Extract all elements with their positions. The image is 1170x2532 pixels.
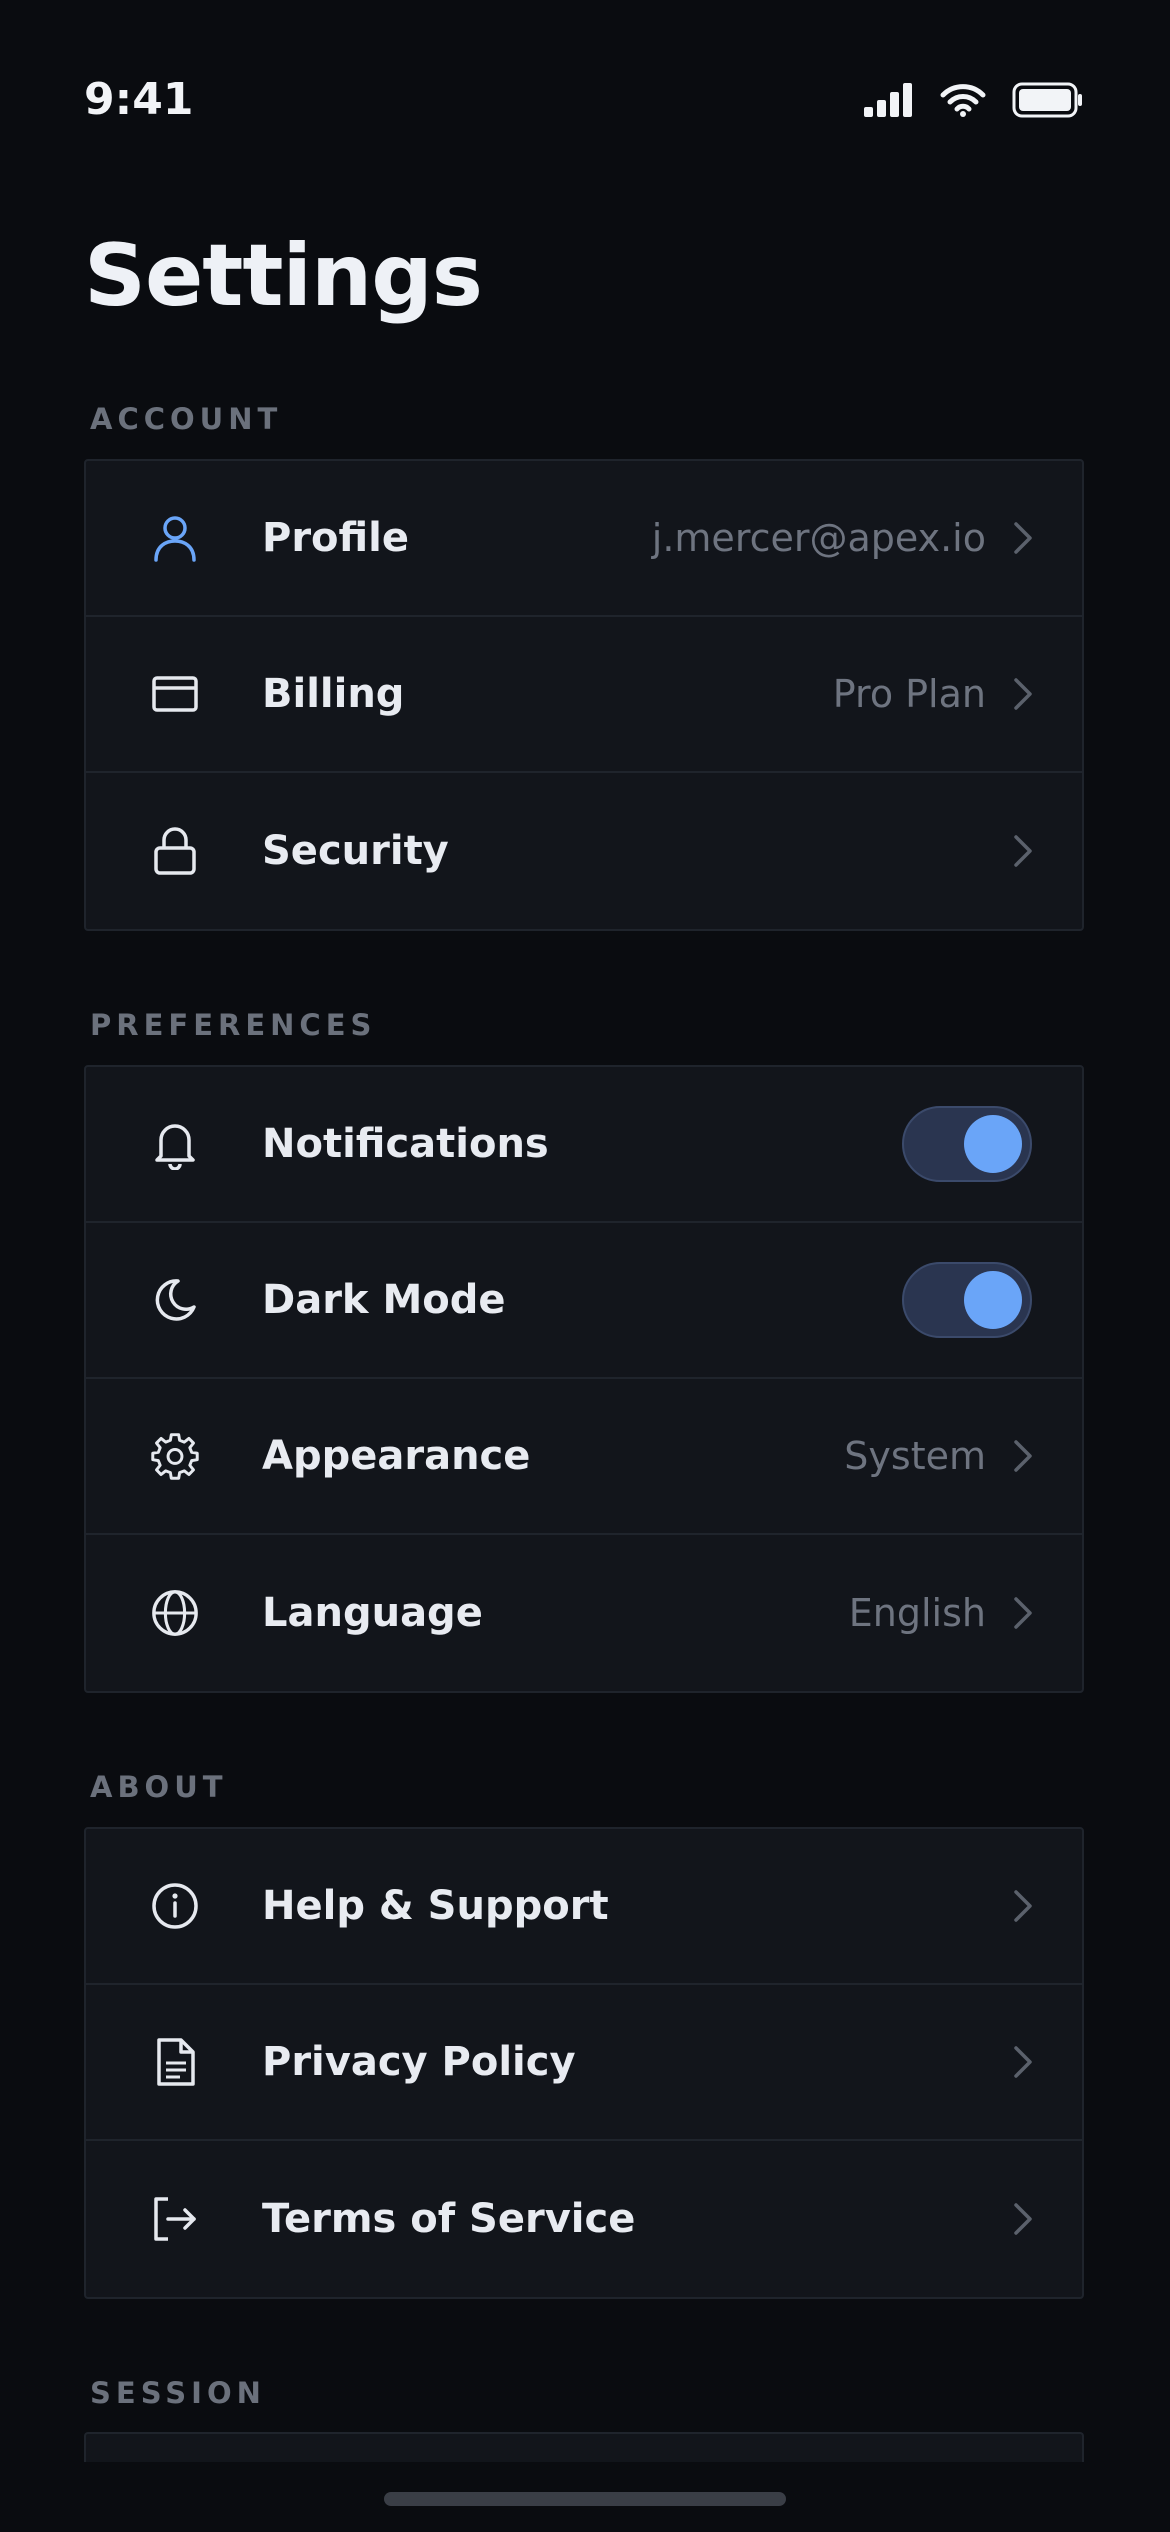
lock-icon bbox=[150, 826, 200, 876]
row-label-security: Security bbox=[262, 828, 449, 874]
row-label-privacy: Privacy Policy bbox=[262, 2039, 576, 2085]
settings-row-security[interactable]: Security bbox=[86, 773, 1082, 929]
chevron-right-icon bbox=[1014, 1440, 1032, 1472]
toggle-knob bbox=[964, 1115, 1022, 1173]
preferences-group: Notifications Dark Mode Appearance Syste… bbox=[84, 1065, 1084, 1693]
row-label-notifications: Notifications bbox=[262, 1121, 549, 1167]
settings-row-language[interactable]: Language English bbox=[86, 1535, 1082, 1691]
settings-row-appearance[interactable]: Appearance System bbox=[86, 1379, 1082, 1535]
page-title: Settings bbox=[84, 226, 483, 326]
credit-card-icon bbox=[150, 669, 200, 719]
globe-icon bbox=[150, 1588, 200, 1638]
chevron-right-icon bbox=[1014, 1597, 1032, 1629]
settings-row-billing[interactable]: Billing Pro Plan bbox=[86, 617, 1082, 773]
notifications-toggle[interactable] bbox=[902, 1106, 1032, 1182]
row-value-language: English bbox=[848, 1591, 986, 1635]
toggle-knob bbox=[964, 1271, 1022, 1329]
settings-row-dark-mode[interactable]: Dark Mode bbox=[86, 1223, 1082, 1379]
info-icon bbox=[150, 1881, 200, 1931]
row-label-billing: Billing bbox=[262, 671, 405, 717]
chevron-right-icon bbox=[1014, 522, 1032, 554]
settings-row-terms[interactable]: Terms of Service bbox=[86, 2141, 1082, 2297]
chevron-right-icon bbox=[1014, 2046, 1032, 2078]
chevron-right-icon bbox=[1014, 2203, 1032, 2235]
settings-row-help[interactable]: Help & Support bbox=[86, 1829, 1082, 1985]
row-value-profile: j.mercer@apex.io bbox=[651, 516, 986, 560]
bell-icon bbox=[150, 1119, 200, 1170]
user-icon bbox=[150, 513, 200, 563]
wifi-icon bbox=[940, 84, 986, 117]
signal-icon bbox=[864, 83, 912, 117]
document-icon bbox=[150, 2037, 200, 2087]
row-label-profile: Profile bbox=[262, 515, 410, 561]
chevron-right-icon bbox=[1014, 835, 1032, 867]
row-value-billing: Pro Plan bbox=[832, 672, 986, 716]
section-label-session: SESSION bbox=[90, 2376, 266, 2410]
status-time: 9:41 bbox=[84, 74, 194, 125]
status-icons bbox=[864, 82, 1084, 118]
session-group bbox=[84, 2432, 1084, 2462]
battery-icon bbox=[1012, 82, 1082, 118]
moon-icon bbox=[150, 1275, 200, 1325]
account-group: Profile j.mercer@apex.io Billing Pro Pla… bbox=[84, 459, 1084, 931]
home-indicator[interactable] bbox=[384, 2492, 786, 2506]
settings-row-privacy[interactable]: Privacy Policy bbox=[86, 1985, 1082, 2141]
row-value-appearance: System bbox=[844, 1434, 986, 1478]
settings-row-profile[interactable]: Profile j.mercer@apex.io bbox=[86, 461, 1082, 617]
settings-row-notifications[interactable]: Notifications bbox=[86, 1067, 1082, 1223]
row-label-appearance: Appearance bbox=[262, 1433, 531, 1479]
dark-mode-toggle[interactable] bbox=[902, 1262, 1032, 1338]
section-label-preferences: PREFERENCES bbox=[90, 1008, 377, 1042]
row-label-terms: Terms of Service bbox=[262, 2196, 636, 2242]
about-group: Help & Support Privacy Policy Terms of S… bbox=[84, 1827, 1084, 2299]
row-label-dark-mode: Dark Mode bbox=[262, 1277, 506, 1323]
row-label-help: Help & Support bbox=[262, 1883, 609, 1929]
status-bar: 9:41 bbox=[0, 0, 1170, 200]
chevron-right-icon bbox=[1014, 1890, 1032, 1922]
section-label-about: ABOUT bbox=[90, 1770, 228, 1804]
row-label-language: Language bbox=[262, 1590, 483, 1636]
chevron-right-icon bbox=[1014, 678, 1032, 710]
gear-icon bbox=[150, 1431, 200, 1481]
section-label-account: ACCOUNT bbox=[90, 402, 283, 436]
exit-icon bbox=[150, 2194, 200, 2244]
